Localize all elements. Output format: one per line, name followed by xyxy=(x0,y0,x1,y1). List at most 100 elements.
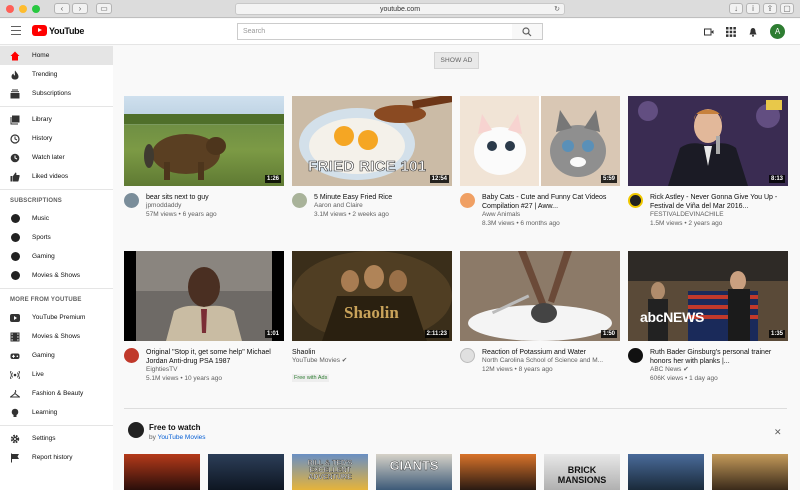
youtube-movies-channel-icon[interactable] xyxy=(128,422,144,438)
create-video-icon[interactable] xyxy=(704,27,714,37)
video-card[interactable]: 1:01 Original "Stop it, get some help" M… xyxy=(124,251,284,383)
search-button[interactable] xyxy=(512,23,543,40)
movie-poster[interactable] xyxy=(208,454,284,490)
video-stats: 12M views • 8 years ago xyxy=(482,365,553,373)
video-title[interactable]: 5 Minute Easy Fried Rice xyxy=(314,193,392,202)
video-thumbnail[interactable]: 1:50 xyxy=(460,251,620,341)
movie-poster[interactable] xyxy=(460,454,536,490)
verified-icon: ✔ xyxy=(683,366,689,373)
video-card[interactable]: 8:13 Rick Astley - Never Gonna Give You … xyxy=(628,96,788,228)
forward-button[interactable]: › xyxy=(72,3,88,14)
movie-poster[interactable]: BILL & TED'S EXCELLENT ADVENTURE xyxy=(292,454,368,490)
channel-avatar[interactable] xyxy=(628,193,643,208)
channel-avatar[interactable] xyxy=(460,348,475,363)
channel-name[interactable]: jpmoddaddy xyxy=(146,202,217,211)
minimize-window-button[interactable] xyxy=(19,4,27,13)
video-title[interactable]: bear sits next to guy xyxy=(146,193,217,202)
channel-avatar[interactable] xyxy=(460,193,475,208)
sidebar-item-home[interactable]: Home xyxy=(0,46,113,65)
avatar[interactable]: A xyxy=(770,24,785,39)
video-thumbnail[interactable]: 1:01 xyxy=(124,251,284,341)
info-button[interactable]: i xyxy=(746,3,760,14)
channel-name[interactable]: Aaron and Claire xyxy=(314,202,392,211)
bear-image xyxy=(124,114,284,180)
movie-poster[interactable]: BRICK MANSIONS xyxy=(544,454,620,490)
channel-name[interactable]: EightiesTV xyxy=(146,366,284,375)
video-title[interactable]: Original "Stop it, get some help" Michae… xyxy=(146,348,284,366)
show-ad-button[interactable]: SHOW AD xyxy=(434,52,479,69)
video-title[interactable]: Baby Cats - Cute and Funny Cat Videos Co… xyxy=(482,193,620,211)
search-input[interactable]: Search xyxy=(237,23,513,40)
notifications-bell-icon[interactable] xyxy=(748,27,758,37)
sidebar-toggle-button[interactable]: ▭ xyxy=(96,3,112,14)
video-stats: 1.5M views • 2 years ago xyxy=(650,219,723,227)
sidebar-item-youtube-premium[interactable]: YouTube Premium xyxy=(0,308,113,327)
sidebar-item-history[interactable]: History xyxy=(0,129,113,148)
tabs-button[interactable]: ▢ xyxy=(780,3,794,14)
byline-channel-link[interactable]: YouTube Movies xyxy=(158,434,206,441)
youtube-logo[interactable]: YouTube xyxy=(32,25,84,36)
video-title[interactable]: Shaolin xyxy=(292,348,347,357)
sidebar-item-gaming[interactable]: Gaming xyxy=(0,247,113,266)
channel-avatar[interactable] xyxy=(292,193,307,208)
sidebar-item-watch-later[interactable]: Watch later xyxy=(0,148,113,167)
movie-poster[interactable] xyxy=(124,454,200,490)
channel-avatar[interactable] xyxy=(628,348,643,363)
apps-grid-icon[interactable] xyxy=(726,26,736,37)
sidebar-item-library[interactable]: Library xyxy=(0,110,113,129)
channel-name[interactable]: FESTIVALDEVINACHILE xyxy=(650,211,788,220)
video-title[interactable]: Rick Astley - Never Gonna Give You Up - … xyxy=(650,193,788,211)
menu-icon[interactable] xyxy=(11,26,21,38)
video-title[interactable]: Ruth Bader Ginsburg's personal trainer h… xyxy=(650,348,788,366)
video-thumbnail[interactable]: Shaolin 2:11:23 xyxy=(292,251,452,341)
sidebar-item-music[interactable]: Music xyxy=(0,209,113,228)
channel-avatar[interactable] xyxy=(124,193,139,208)
video-thumbnail[interactable]: 1:26 xyxy=(124,96,284,186)
video-thumbnail[interactable]: abcNEWS 1:35 xyxy=(628,251,788,341)
channel-name[interactable]: ABC News ✔ xyxy=(650,366,788,375)
sidebar-item-movies-shows-2[interactable]: Movies & Shows xyxy=(0,327,113,346)
free-to-watch-title[interactable]: Free to watch xyxy=(149,423,201,432)
channel-name[interactable]: YouTube Movies ✔ xyxy=(292,357,347,366)
channel-name[interactable]: Aww Animals xyxy=(482,211,620,220)
sidebar-item-label: Learning xyxy=(32,409,58,416)
video-thumbnail[interactable]: 8:13 xyxy=(628,96,788,186)
video-title[interactable]: Reaction of Potassium and Water xyxy=(482,348,603,357)
sidebar-item-trending[interactable]: Trending xyxy=(0,65,113,84)
movie-poster[interactable]: GIANTS xyxy=(376,454,452,490)
video-thumbnail[interactable]: FRIED RICE 101 12:54 xyxy=(292,96,452,186)
sidebar-item-gaming-2[interactable]: Gaming xyxy=(0,346,113,365)
thumbnail-caption: FRIED RICE 101 xyxy=(308,158,427,176)
video-card[interactable]: 5:59 Baby Cats - Cute and Funny Cat Vide… xyxy=(460,96,620,228)
movie-poster-image xyxy=(292,251,452,341)
close-window-button[interactable] xyxy=(6,4,14,13)
movie-poster[interactable] xyxy=(628,454,704,490)
sidebar-item-movies-shows[interactable]: Movies & Shows xyxy=(0,266,113,285)
sidebar-item-live[interactable]: Live xyxy=(0,365,113,384)
video-card[interactable]: 1:50 Reaction of Potassium and Water Nor… xyxy=(460,251,620,374)
sidebar-item-liked-videos[interactable]: Liked videos xyxy=(0,167,113,186)
sidebar-item-sports[interactable]: Sports xyxy=(0,228,113,247)
address-bar[interactable]: youtube.com ↻ xyxy=(235,3,565,15)
thumbs-up-icon xyxy=(10,172,20,182)
video-card[interactable]: Shaolin 2:11:23 Shaolin YouTube Movies ✔… xyxy=(292,251,452,384)
reload-icon[interactable]: ↻ xyxy=(554,4,560,15)
channel-name[interactable]: North Carolina School of Science and M..… xyxy=(482,357,603,366)
video-card[interactable]: abcNEWS 1:35 Ruth Bader Ginsburg's perso… xyxy=(628,251,788,383)
sidebar-item-settings[interactable]: Settings xyxy=(0,429,113,448)
flame-icon xyxy=(10,70,20,80)
maximize-window-button[interactable] xyxy=(32,4,40,13)
video-thumbnail[interactable]: 5:59 xyxy=(460,96,620,186)
back-button[interactable]: ‹ xyxy=(54,3,70,14)
sidebar-item-fashion-beauty[interactable]: Fashion & Beauty xyxy=(0,384,113,403)
share-button[interactable]: ⇪ xyxy=(763,3,777,14)
sidebar-item-subscriptions[interactable]: Subscriptions xyxy=(0,84,113,103)
movie-poster[interactable] xyxy=(712,454,788,490)
download-button[interactable]: ↓ xyxy=(729,3,743,14)
channel-avatar[interactable] xyxy=(124,348,139,363)
video-card[interactable]: 1:26 bear sits next to guy jpmoddaddy 57… xyxy=(124,96,284,219)
close-icon[interactable]: ✕ xyxy=(774,427,782,438)
video-card[interactable]: FRIED RICE 101 12:54 5 Minute Easy Fried… xyxy=(292,96,452,219)
sidebar-item-learning[interactable]: Learning xyxy=(0,403,113,422)
sidebar-item-report-history[interactable]: Report history xyxy=(0,448,113,467)
